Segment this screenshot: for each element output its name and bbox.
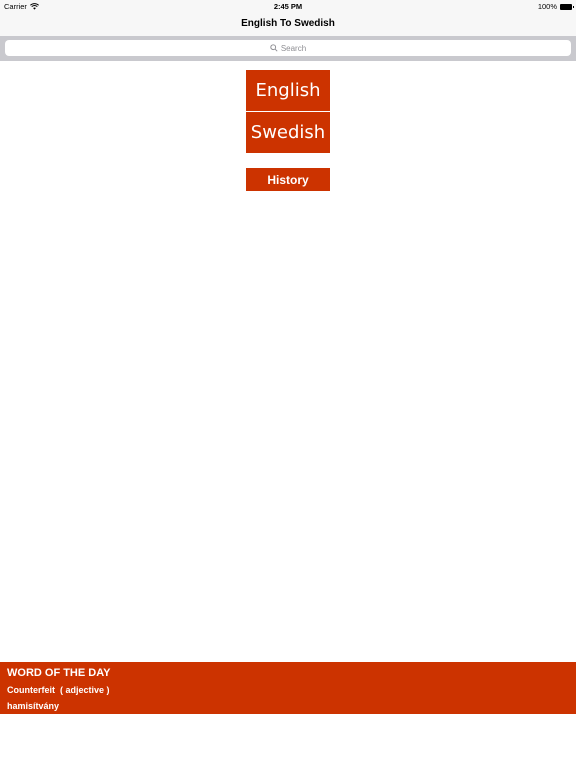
search-bar: Search [0, 36, 576, 61]
screen: Carrier 2:45 PM 100% English To Swedish … [0, 0, 576, 768]
word-of-the-day-panel[interactable]: WORD OF THE DAY Counterfeit ( adjective … [0, 662, 576, 714]
word-of-the-day-heading: WORD OF THE DAY [7, 667, 111, 679]
page-title: English To Swedish [241, 18, 335, 29]
search-input[interactable]: Search [5, 40, 571, 56]
status-right: 100% [537, 2, 574, 11]
swedish-button[interactable]: Swedish [246, 112, 330, 153]
battery-icon [560, 3, 574, 10]
history-button[interactable]: History [246, 168, 330, 191]
search-icon [270, 44, 278, 52]
english-button[interactable]: English [246, 70, 330, 111]
status-bar: Carrier 2:45 PM 100% [0, 0, 576, 12]
word-of-the-day-word: Counterfeit ( adjective ) [7, 685, 110, 695]
status-time: 2:45 PM [273, 2, 303, 11]
battery-percentage: 100% [537, 2, 557, 11]
search-placeholder: Search [280, 43, 307, 53]
navigation-bar: English To Swedish [0, 12, 576, 36]
word-of-the-day-translation: hamisítvány [7, 701, 60, 711]
